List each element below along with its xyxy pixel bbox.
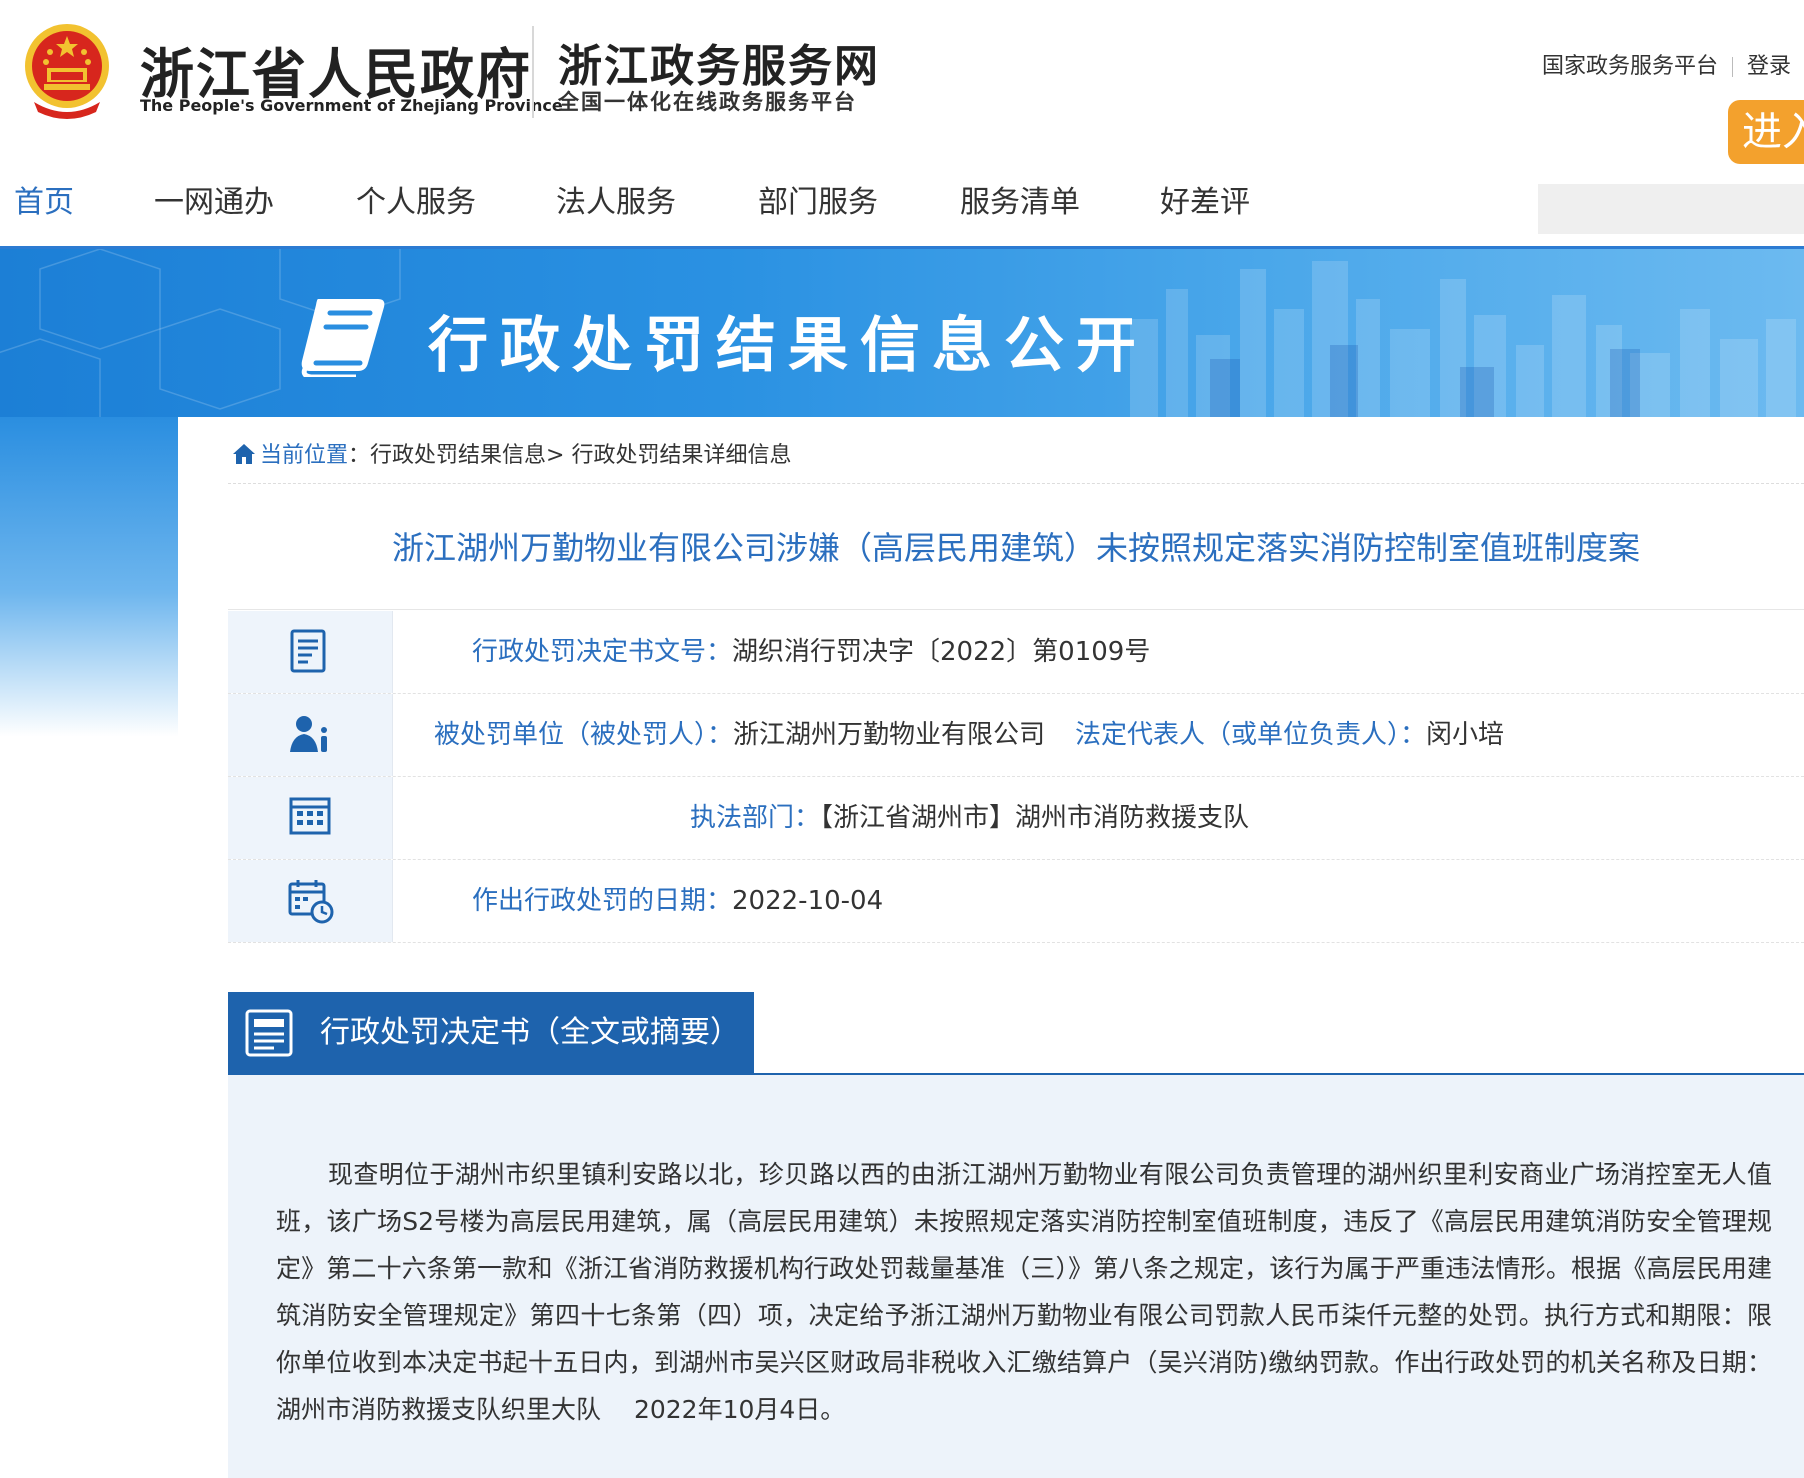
left-decor-band bbox=[0, 417, 178, 737]
info-icon-cell bbox=[228, 777, 393, 859]
date-label: 作出行政处罚的日期： bbox=[472, 886, 733, 916]
rep-label: 法定代表人（或单位负责人）： bbox=[1075, 720, 1427, 750]
party-text: 被处罚单位（被处罚人）：浙江湖州万勤物业有限公司 法定代表人（或单位负责人）：闵小… bbox=[434, 694, 1504, 776]
info-row-dept: 执法部门：【浙江省湖州市】湖州市消防救援支队 bbox=[228, 777, 1804, 860]
party-label: 被处罚单位（被处罚人）： bbox=[434, 720, 734, 750]
national-emblem-icon[interactable] bbox=[20, 22, 114, 120]
party-value: 浙江湖州万勤物业有限公司 bbox=[733, 720, 1046, 750]
info-icon-cell bbox=[228, 694, 393, 776]
date-value: 2022-10-04 bbox=[732, 886, 884, 916]
national-platform-link[interactable]: 国家政务服务平台 bbox=[1542, 54, 1718, 79]
search-input[interactable] bbox=[1538, 184, 1804, 234]
breadcrumb-current-label: 当前位置 bbox=[260, 443, 349, 468]
info-icon-cell bbox=[228, 611, 393, 693]
content-panel: 当前位置：行政处罚结果信息> 行政处罚结果详细信息 浙江湖州万勤物业有限公司涉嫌… bbox=[178, 417, 1804, 1478]
banner: 行政处罚结果信息公开 bbox=[0, 249, 1804, 417]
nav-item-rating[interactable]: 好差评 bbox=[1160, 180, 1250, 246]
dept-label: 执法部门： bbox=[690, 803, 821, 833]
nav-item-department[interactable]: 部门服务 bbox=[758, 180, 878, 246]
gov-name-en: The People's Government of Zhejiang Prov… bbox=[140, 96, 563, 115]
link-separator bbox=[1732, 57, 1734, 77]
info-row-date: 作出行政处罚的日期：2022-10-04 bbox=[228, 860, 1804, 943]
info-icon-cell bbox=[228, 860, 393, 942]
case-info-table: 行政处罚决定书文号：湖织消行罚决字〔2022〕第0109号 被处罚单位（被处罚人… bbox=[228, 611, 1804, 943]
doc-no-value: 湖织消行罚决字〔2022〕第0109号 bbox=[732, 637, 1151, 667]
building-icon bbox=[289, 797, 331, 835]
decision-body: 现查明位于湖州市织里镇利安路以北，珍贝路以西的由浙江湖州万勤物业有限公司负责管理… bbox=[228, 1075, 1804, 1478]
breadcrumb-separator: > bbox=[546, 443, 565, 468]
doc-no-label: 行政处罚决定书文号： bbox=[472, 637, 733, 667]
breadcrumb-level1[interactable]: 行政处罚结果信息 bbox=[370, 443, 546, 468]
book-icon bbox=[301, 299, 385, 377]
nav-item-legal-person[interactable]: 法人服务 bbox=[556, 180, 676, 246]
nav-item-service-list[interactable]: 服务清单 bbox=[960, 180, 1080, 246]
breadcrumb-colon: ： bbox=[348, 443, 371, 468]
breadcrumb: 当前位置：行政处罚结果信息> 行政处罚结果详细信息 bbox=[232, 437, 792, 469]
breadcrumb-level2[interactable]: 行政处罚结果详细信息 bbox=[571, 443, 791, 468]
rep-value: 闵小培 bbox=[1426, 720, 1505, 750]
decision-heading: 行政处罚决定书（全文或摘要） bbox=[228, 992, 754, 1074]
breadcrumb-divider bbox=[228, 483, 1804, 484]
nav-item-personal[interactable]: 个人服务 bbox=[356, 180, 476, 246]
home-icon bbox=[233, 444, 255, 464]
case-title: 浙江湖州万勤物业有限公司涉嫌（高层民用建筑）未按照规定落实消防控制室值班制度案 bbox=[391, 529, 1640, 567]
decision-heading-text: 行政处罚决定书（全文或摘要） bbox=[320, 1015, 740, 1050]
date-text: 作出行政处罚的日期：2022-10-04 bbox=[472, 860, 883, 942]
site-header: 浙江省人民政府 The People's Government of Zheji… bbox=[0, 0, 1804, 164]
dept-text: 执法部门：【浙江省湖州市】湖州市消防救援支队 bbox=[690, 777, 1249, 859]
title-divider bbox=[228, 609, 1804, 610]
nav-item-one-stop[interactable]: 一网通办 bbox=[154, 180, 274, 246]
doc-no-text: 行政处罚决定书文号：湖织消行罚决字〔2022〕第0109号 bbox=[472, 611, 1150, 693]
enter-button[interactable]: 进入 bbox=[1728, 100, 1804, 164]
top-links: 国家政务服务平台 登录 bbox=[1542, 48, 1791, 80]
nav-item-home[interactable]: 首页 bbox=[14, 180, 74, 250]
info-row-party: 被处罚单位（被处罚人）：浙江湖州万勤物业有限公司 法定代表人（或单位负责人）：闵小… bbox=[228, 694, 1804, 777]
info-row-doc-no: 行政处罚决定书文号：湖织消行罚决字〔2022〕第0109号 bbox=[228, 611, 1804, 694]
person-info-icon bbox=[290, 716, 327, 752]
main-nav: 首页 一网通办 个人服务 法人服务 部门服务 服务清单 好差评 bbox=[0, 180, 1804, 250]
banner-title: 行政处罚结果信息公开 bbox=[428, 311, 1148, 381]
decision-text: 现查明位于湖州市织里镇利安路以北，珍贝路以西的由浙江湖州万勤物业有限公司负责管理… bbox=[276, 1160, 1772, 1424]
header-divider bbox=[532, 26, 534, 118]
login-link[interactable]: 登录 bbox=[1747, 54, 1791, 79]
dept-value: 【浙江省湖州市】湖州市消防救援支队 bbox=[820, 803, 1250, 833]
document-icon bbox=[290, 629, 326, 673]
calendar-clock-icon bbox=[288, 880, 334, 924]
site-title[interactable]: 浙江政务服务网 bbox=[558, 30, 880, 94]
site-subtitle: 全国一体化在线政务服务平台 bbox=[558, 89, 857, 114]
document-list-icon bbox=[245, 1009, 293, 1057]
